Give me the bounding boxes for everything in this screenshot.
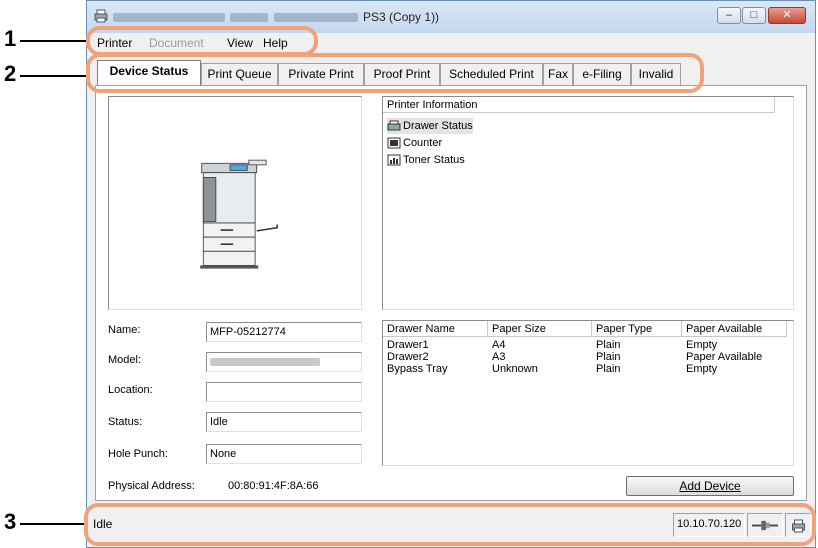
- callout-line-2: [20, 75, 88, 77]
- maximize-button[interactable]: □: [742, 7, 766, 24]
- counter-icon: [387, 137, 401, 149]
- app-window: PS3 (Copy 1)) – □ ✕ Printer Document Vie…: [86, 0, 816, 548]
- window-title: PS3 (Copy 1)): [113, 10, 439, 24]
- physical-address-value: 00:80:91:4F:8A:66: [228, 480, 319, 492]
- name-field: MFP-05212774: [206, 322, 362, 342]
- menu-help[interactable]: Help: [263, 36, 288, 50]
- cell-paper-type: Plain: [596, 339, 621, 351]
- cell-paper-type: Plain: [596, 363, 621, 375]
- cell-paper-size: Unknown: [492, 363, 538, 375]
- tab-e-filing[interactable]: e-Filing: [573, 63, 631, 85]
- tree-item-drawer-status[interactable]: Drawer Status: [387, 118, 473, 134]
- printer-status-pane[interactable]: [785, 513, 811, 537]
- drawer-icon: [387, 120, 401, 131]
- cell-paper-available: Empty: [686, 339, 718, 351]
- tree-item-label: Counter: [403, 137, 443, 149]
- cell-drawer-name: Drawer2: [387, 351, 429, 363]
- cell-paper-type: Plain: [596, 351, 621, 363]
- close-button[interactable]: ✕: [768, 7, 806, 24]
- toner-icon: [387, 154, 401, 166]
- cell-paper-size: A4: [492, 339, 506, 351]
- tab-print-queue[interactable]: Print Queue: [201, 63, 278, 85]
- tree-item-counter[interactable]: Counter: [387, 135, 442, 151]
- redacted-title-part: [230, 13, 269, 23]
- column-header-paper-size[interactable]: Paper Size: [488, 321, 592, 337]
- tree-item-label: Drawer Status: [403, 120, 473, 132]
- status-bar: Idle 10.10.70.120: [87, 511, 815, 547]
- callout-line-3: [20, 523, 84, 525]
- add-device-button[interactable]: Add Device: [626, 476, 794, 496]
- drawer-list: Drawer Name Paper Size Paper Type Paper …: [382, 320, 794, 466]
- menu-view[interactable]: View: [227, 36, 253, 50]
- tab-proof-print[interactable]: Proof Print: [364, 63, 440, 85]
- tab-private-print[interactable]: Private Print: [278, 63, 364, 85]
- model-field: [206, 352, 362, 372]
- cell-paper-available: Empty: [686, 363, 718, 375]
- tab-device-status[interactable]: Device Status: [97, 60, 201, 86]
- label-name: Name:: [108, 324, 141, 336]
- tree-header: Printer Information: [383, 97, 775, 113]
- label-hole-punch: Hole Punch:: [108, 448, 168, 460]
- callout-number-1: 1: [4, 26, 17, 51]
- device-status-panel: Name: MFP-05212774 Model: Location: Stat…: [95, 85, 807, 501]
- location-field: [206, 382, 362, 402]
- callout-line-1: [20, 40, 94, 42]
- ip-address-pane: 10.10.70.120: [673, 513, 745, 537]
- label-physical-address: Physical Address:: [108, 480, 195, 492]
- tree-item-toner-status[interactable]: Toner Status: [387, 152, 465, 168]
- callout-number-2: 2: [4, 61, 17, 86]
- label-status: Status:: [108, 416, 143, 428]
- mfp-device-icon: [200, 159, 278, 269]
- label-model: Model:: [108, 354, 142, 366]
- connection-pane: [747, 513, 783, 537]
- app-printer-icon: [94, 9, 108, 23]
- column-header-paper-type[interactable]: Paper Type: [592, 321, 682, 337]
- printer-info-tree: Printer Information Drawer Status Counte…: [382, 96, 794, 310]
- title-bar: PS3 (Copy 1)) – □ ✕: [87, 1, 815, 33]
- hole-punch-field: None: [206, 444, 362, 464]
- callout-number-3: 3: [4, 509, 17, 534]
- redacted-title-part: [273, 13, 358, 23]
- menu-bar: Printer Document View Help: [87, 33, 815, 53]
- status-text-pane: Idle: [93, 517, 113, 531]
- printer-status-icon: [792, 519, 805, 533]
- cell-paper-available: Paper Available: [686, 351, 763, 363]
- connection-icon: [752, 520, 778, 531]
- menu-printer[interactable]: Printer: [97, 36, 132, 50]
- window-title-suffix: PS3 (Copy 1)): [363, 10, 440, 24]
- tab-strip: Device Status Print Queue Private Print …: [87, 57, 815, 87]
- tab-scheduled-print[interactable]: Scheduled Print: [440, 63, 543, 85]
- column-header-drawer-name[interactable]: Drawer Name: [383, 321, 488, 337]
- cell-paper-size: A3: [492, 351, 506, 363]
- column-header-paper-available[interactable]: Paper Available: [682, 321, 787, 337]
- cell-drawer-name: Drawer1: [387, 339, 429, 351]
- redacted-title-part: [113, 13, 225, 23]
- tab-invalid[interactable]: Invalid: [631, 63, 681, 85]
- redacted-model: [210, 358, 320, 367]
- tab-fax[interactable]: Fax: [543, 63, 573, 85]
- tree-item-label: Toner Status: [403, 154, 465, 166]
- status-field: Idle: [206, 412, 362, 432]
- label-location: Location:: [108, 384, 153, 396]
- minimize-button[interactable]: –: [717, 7, 741, 24]
- cell-drawer-name: Bypass Tray: [387, 363, 448, 375]
- menu-document[interactable]: Document: [149, 36, 204, 50]
- device-image-box: [108, 96, 362, 310]
